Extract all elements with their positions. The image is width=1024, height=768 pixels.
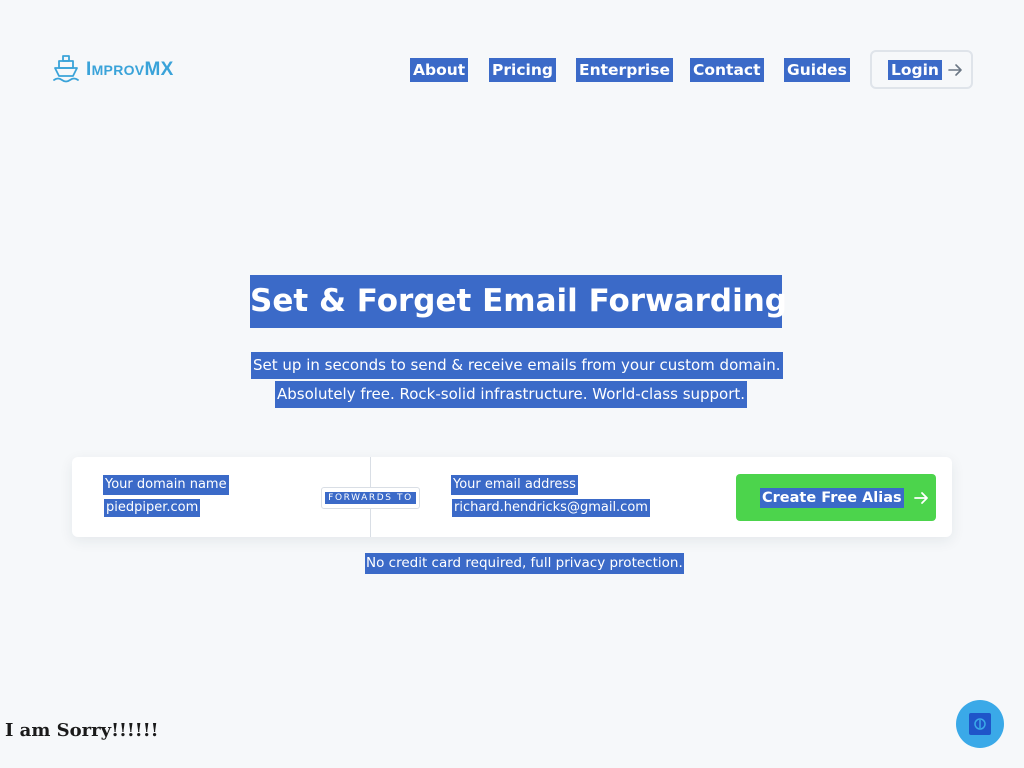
login-button[interactable]: Login — [870, 50, 973, 89]
brand-logo[interactable]: ImprovMX — [52, 54, 174, 86]
create-free-alias-label: Create Free Alias — [760, 487, 904, 508]
nav-pricing-link[interactable]: Pricing — [489, 58, 556, 82]
hero-subtitle-line1: Set up in seconds to send & receive emai… — [251, 352, 783, 379]
forwards-to-badge: FORWARDS TO — [321, 487, 420, 509]
nav-enterprise-link[interactable]: Enterprise — [576, 58, 673, 82]
hero-title: Set & Forget Email Forwarding — [250, 275, 787, 328]
domain-field-label: Your domain name — [103, 475, 229, 495]
email-field-label: Your email address — [451, 475, 578, 495]
domain-input[interactable]: piedpiper.com — [104, 499, 201, 517]
email-input[interactable]: richard.hendricks@gmail.com — [452, 499, 650, 517]
privacy-note: No credit card required, full privacy pr… — [365, 553, 684, 574]
brand-name: ImprovMX — [86, 59, 174, 80]
nav-about-link[interactable]: About — [410, 58, 469, 82]
arrow-right-icon — [948, 63, 962, 76]
ship-logo-icon — [53, 55, 79, 83]
arrow-right-icon — [913, 491, 928, 504]
chat-widget-button[interactable] — [956, 700, 1004, 748]
overlay-text: I am Sorry!!!!!! — [5, 720, 159, 741]
hero-subtitle-line2: Absolutely free. Rock-solid infrastructu… — [275, 381, 748, 408]
nav-contact-link[interactable]: Contact — [690, 58, 764, 82]
create-free-alias-button[interactable]: Create Free Alias — [736, 474, 936, 521]
forwards-to-label: FORWARDS TO — [325, 492, 416, 504]
alias-form-card: Your domain name piedpiper.com FORWARDS … — [72, 457, 952, 537]
nav-guides-link[interactable]: Guides — [784, 58, 850, 82]
chat-icon — [969, 713, 991, 735]
login-label: Login — [888, 59, 942, 80]
